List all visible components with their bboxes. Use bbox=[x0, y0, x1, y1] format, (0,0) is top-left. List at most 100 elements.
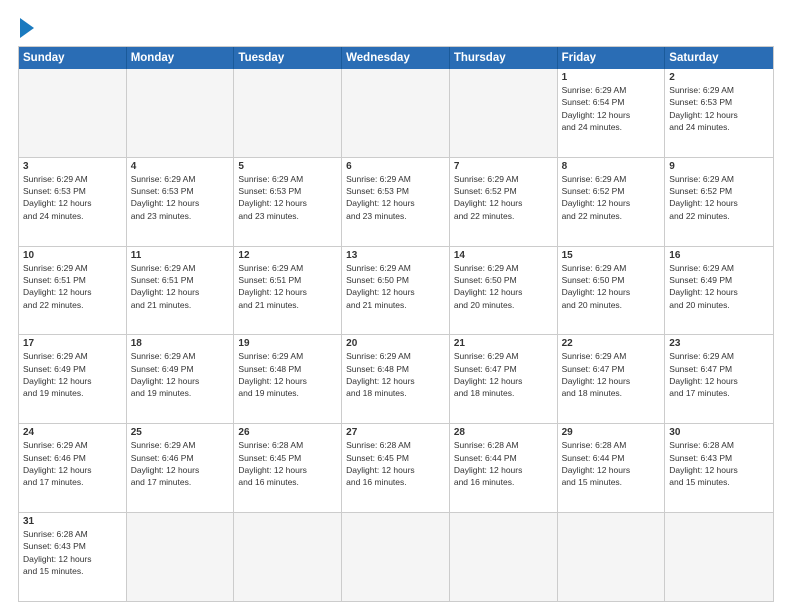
sun-info-line: Sunrise: 6:29 AM bbox=[346, 173, 445, 185]
sun-info-line: Sunrise: 6:29 AM bbox=[23, 350, 122, 362]
day-number: 31 bbox=[23, 516, 122, 527]
sun-info-line: Sunrise: 6:29 AM bbox=[562, 350, 661, 362]
sun-info-line: Sunset: 6:53 PM bbox=[23, 185, 122, 197]
day-number: 29 bbox=[562, 427, 661, 438]
calendar-cell bbox=[665, 513, 773, 601]
calendar-cell: 31Sunrise: 6:28 AMSunset: 6:43 PMDayligh… bbox=[19, 513, 127, 601]
day-number: 27 bbox=[346, 427, 445, 438]
calendar-header-cell: Wednesday bbox=[342, 47, 450, 69]
sun-info-line: Sunrise: 6:29 AM bbox=[131, 439, 230, 451]
sun-info-line: Daylight: 12 hours bbox=[562, 286, 661, 298]
day-number: 18 bbox=[131, 338, 230, 349]
sun-info-line: Sunrise: 6:29 AM bbox=[23, 173, 122, 185]
day-number: 8 bbox=[562, 161, 661, 172]
sun-info-line: and 18 minutes. bbox=[346, 387, 445, 399]
sun-info-line: Sunrise: 6:29 AM bbox=[669, 262, 769, 274]
sun-info-line: Daylight: 12 hours bbox=[238, 286, 337, 298]
sun-info-line: and 21 minutes. bbox=[131, 299, 230, 311]
day-number: 2 bbox=[669, 72, 769, 83]
sun-info-line: and 15 minutes. bbox=[562, 476, 661, 488]
calendar-cell: 16Sunrise: 6:29 AMSunset: 6:49 PMDayligh… bbox=[665, 247, 773, 335]
day-number: 3 bbox=[23, 161, 122, 172]
calendar-cell: 15Sunrise: 6:29 AMSunset: 6:50 PMDayligh… bbox=[558, 247, 666, 335]
calendar-cell: 2Sunrise: 6:29 AMSunset: 6:53 PMDaylight… bbox=[665, 69, 773, 157]
sun-info-line: Sunrise: 6:29 AM bbox=[562, 84, 661, 96]
calendar-cell: 13Sunrise: 6:29 AMSunset: 6:50 PMDayligh… bbox=[342, 247, 450, 335]
sun-info-line: Daylight: 12 hours bbox=[238, 464, 337, 476]
calendar-cell: 8Sunrise: 6:29 AMSunset: 6:52 PMDaylight… bbox=[558, 158, 666, 246]
calendar-cell bbox=[342, 69, 450, 157]
day-number: 14 bbox=[454, 250, 553, 261]
calendar-cell: 28Sunrise: 6:28 AMSunset: 6:44 PMDayligh… bbox=[450, 424, 558, 512]
calendar-cell: 4Sunrise: 6:29 AMSunset: 6:53 PMDaylight… bbox=[127, 158, 235, 246]
sun-info-line: and 17 minutes. bbox=[669, 387, 769, 399]
sun-info-line: and 24 minutes. bbox=[669, 121, 769, 133]
sun-info-line: Sunset: 6:52 PM bbox=[562, 185, 661, 197]
sun-info-line: Daylight: 12 hours bbox=[562, 464, 661, 476]
sun-info-line: Sunset: 6:45 PM bbox=[346, 452, 445, 464]
sun-info-line: and 17 minutes. bbox=[131, 476, 230, 488]
day-number: 12 bbox=[238, 250, 337, 261]
sun-info-line: Sunset: 6:51 PM bbox=[23, 274, 122, 286]
calendar-cell: 6Sunrise: 6:29 AMSunset: 6:53 PMDaylight… bbox=[342, 158, 450, 246]
sun-info-line: Sunset: 6:49 PM bbox=[669, 274, 769, 286]
day-number: 10 bbox=[23, 250, 122, 261]
calendar-cell: 30Sunrise: 6:28 AMSunset: 6:43 PMDayligh… bbox=[665, 424, 773, 512]
sun-info-line: Sunrise: 6:29 AM bbox=[562, 262, 661, 274]
day-number: 6 bbox=[346, 161, 445, 172]
sun-info-line: Sunrise: 6:29 AM bbox=[454, 350, 553, 362]
sun-info-line: Sunrise: 6:29 AM bbox=[23, 262, 122, 274]
logo bbox=[18, 18, 34, 38]
calendar-cell: 27Sunrise: 6:28 AMSunset: 6:45 PMDayligh… bbox=[342, 424, 450, 512]
day-number: 16 bbox=[669, 250, 769, 261]
sun-info-line: Sunset: 6:48 PM bbox=[346, 363, 445, 375]
sun-info-line: Sunrise: 6:29 AM bbox=[238, 350, 337, 362]
calendar-cell: 11Sunrise: 6:29 AMSunset: 6:51 PMDayligh… bbox=[127, 247, 235, 335]
calendar-cell: 18Sunrise: 6:29 AMSunset: 6:49 PMDayligh… bbox=[127, 335, 235, 423]
calendar-week-row: 3Sunrise: 6:29 AMSunset: 6:53 PMDaylight… bbox=[19, 157, 773, 246]
calendar-header-cell: Saturday bbox=[665, 47, 773, 69]
calendar-cell: 25Sunrise: 6:29 AMSunset: 6:46 PMDayligh… bbox=[127, 424, 235, 512]
calendar-cell: 5Sunrise: 6:29 AMSunset: 6:53 PMDaylight… bbox=[234, 158, 342, 246]
sun-info-line: and 21 minutes. bbox=[238, 299, 337, 311]
day-number: 28 bbox=[454, 427, 553, 438]
sun-info-line: Sunrise: 6:28 AM bbox=[669, 439, 769, 451]
day-number: 13 bbox=[346, 250, 445, 261]
sun-info-line: and 18 minutes. bbox=[454, 387, 553, 399]
sun-info-line: Sunset: 6:53 PM bbox=[346, 185, 445, 197]
calendar-cell bbox=[450, 513, 558, 601]
sun-info-line: and 18 minutes. bbox=[562, 387, 661, 399]
day-number: 4 bbox=[131, 161, 230, 172]
sun-info-line: Daylight: 12 hours bbox=[562, 375, 661, 387]
sun-info-line: Daylight: 12 hours bbox=[238, 197, 337, 209]
sun-info-line: and 20 minutes. bbox=[669, 299, 769, 311]
sun-info-line: Sunrise: 6:29 AM bbox=[131, 173, 230, 185]
calendar-cell: 7Sunrise: 6:29 AMSunset: 6:52 PMDaylight… bbox=[450, 158, 558, 246]
calendar-cell: 17Sunrise: 6:29 AMSunset: 6:49 PMDayligh… bbox=[19, 335, 127, 423]
sun-info-line: Daylight: 12 hours bbox=[669, 375, 769, 387]
sun-info-line: Sunrise: 6:29 AM bbox=[131, 350, 230, 362]
calendar-week-row: 1Sunrise: 6:29 AMSunset: 6:54 PMDaylight… bbox=[19, 69, 773, 157]
sun-info-line: Sunset: 6:47 PM bbox=[454, 363, 553, 375]
sun-info-line: Daylight: 12 hours bbox=[23, 464, 122, 476]
sun-info-line: Sunrise: 6:29 AM bbox=[454, 262, 553, 274]
day-number: 23 bbox=[669, 338, 769, 349]
sun-info-line: Sunset: 6:50 PM bbox=[454, 274, 553, 286]
calendar-header-cell: Monday bbox=[127, 47, 235, 69]
sun-info-line: Sunset: 6:48 PM bbox=[238, 363, 337, 375]
sun-info-line: Daylight: 12 hours bbox=[238, 375, 337, 387]
sun-info-line: Sunset: 6:45 PM bbox=[238, 452, 337, 464]
sun-info-line: Sunrise: 6:29 AM bbox=[346, 262, 445, 274]
sun-info-line: Sunset: 6:47 PM bbox=[562, 363, 661, 375]
sun-info-line: Daylight: 12 hours bbox=[669, 464, 769, 476]
day-number: 1 bbox=[562, 72, 661, 83]
sun-info-line: Daylight: 12 hours bbox=[669, 286, 769, 298]
sun-info-line: Sunset: 6:51 PM bbox=[238, 274, 337, 286]
sun-info-line: Sunset: 6:46 PM bbox=[23, 452, 122, 464]
sun-info-line: and 22 minutes. bbox=[23, 299, 122, 311]
sun-info-line: Daylight: 12 hours bbox=[23, 197, 122, 209]
sun-info-line: Sunset: 6:50 PM bbox=[562, 274, 661, 286]
calendar-week-row: 24Sunrise: 6:29 AMSunset: 6:46 PMDayligh… bbox=[19, 423, 773, 512]
sun-info-line: Sunset: 6:53 PM bbox=[238, 185, 337, 197]
sun-info-line: and 21 minutes. bbox=[346, 299, 445, 311]
